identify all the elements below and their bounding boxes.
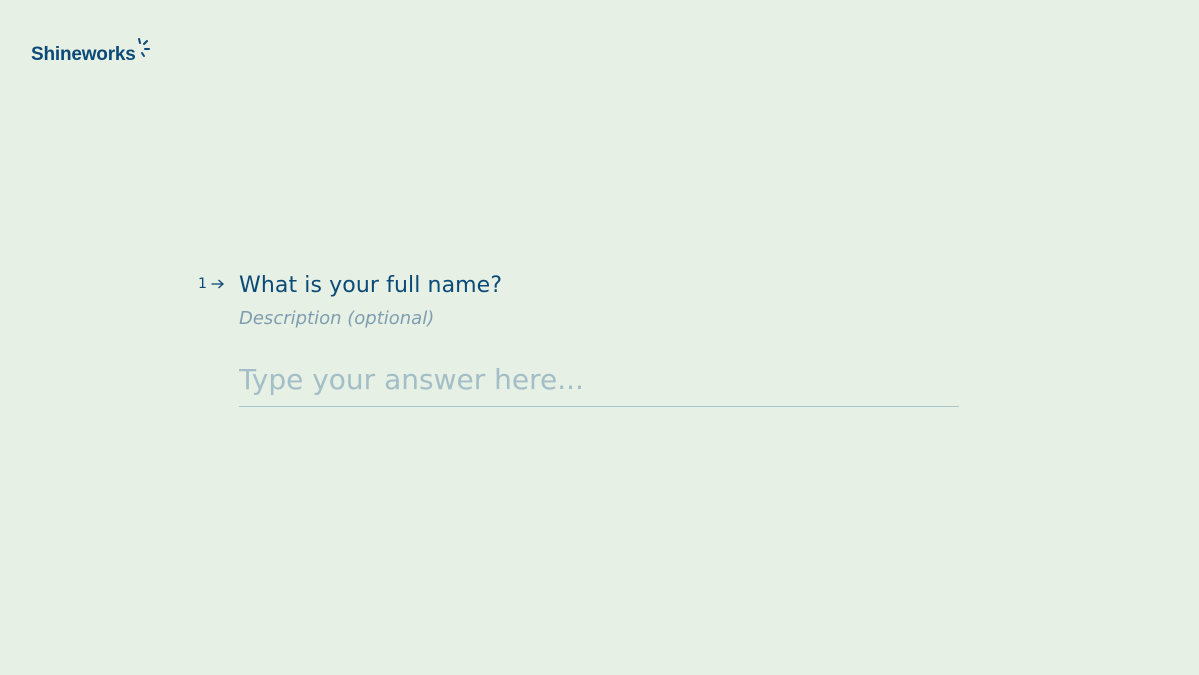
- question-number: 1: [198, 276, 239, 292]
- brand-logo[interactable]: Shineworks: [31, 38, 150, 64]
- question-description[interactable]: Description (optional): [239, 307, 959, 331]
- brand-name: Shineworks: [31, 44, 136, 65]
- question-title: What is your full name?: [239, 273, 503, 298]
- answer-field-wrapper: [239, 361, 959, 407]
- question-header: 1 What is your full name?: [198, 270, 959, 301]
- sparkle-icon: [137, 38, 150, 57]
- question-number-label: 1: [198, 276, 207, 292]
- question-block: 1 What is your full name? Description (o…: [198, 270, 959, 407]
- arrow-right-icon: [211, 279, 224, 289]
- answer-input[interactable]: [239, 361, 959, 407]
